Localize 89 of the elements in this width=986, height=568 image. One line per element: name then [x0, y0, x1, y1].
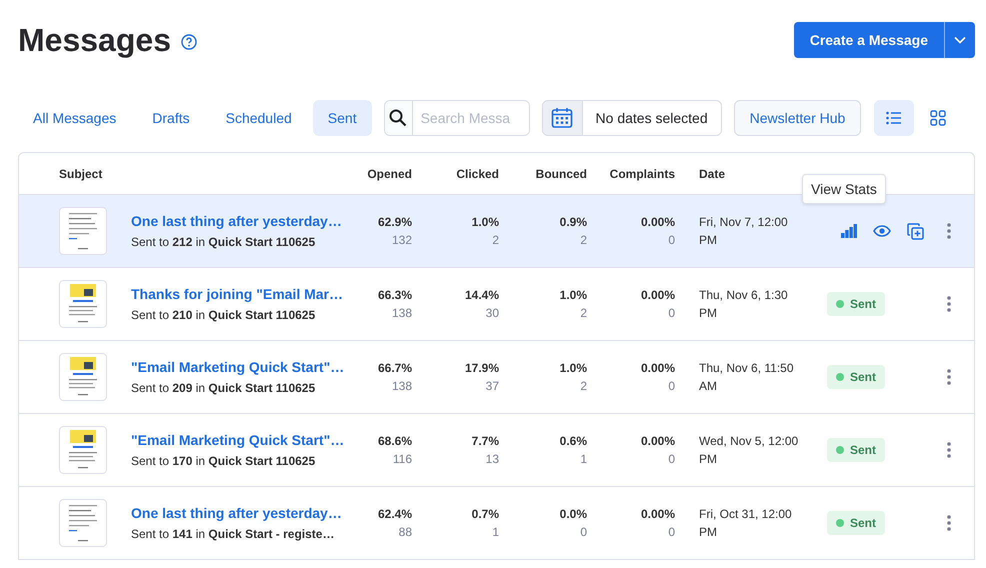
- rate-value: 68.6%: [378, 434, 412, 448]
- recipients-text: Sent to 141 in Quick Start - registe…: [131, 527, 336, 541]
- count-value: 13: [486, 452, 499, 466]
- date-filter[interactable]: No dates selected: [542, 100, 722, 136]
- count-value: 30: [486, 306, 499, 320]
- rate-value: 66.3%: [378, 288, 412, 302]
- rate-value: 0.00%: [640, 507, 675, 521]
- grid-icon: [930, 110, 946, 126]
- rate-value: 66.7%: [378, 361, 412, 375]
- rate-value: 0.00%: [640, 361, 675, 375]
- bar-chart-icon[interactable]: [841, 224, 857, 238]
- recipients-text: Sent to 209 in Quick Start 110625: [131, 381, 316, 395]
- count-value: 2: [580, 306, 587, 320]
- rate-value: 0.7%: [472, 507, 499, 521]
- rate-value: 0.00%: [640, 288, 675, 302]
- rate-value: 1.0%: [472, 215, 499, 229]
- message-subject-link[interactable]: One last thing after yesterday…: [131, 505, 341, 521]
- recipients-text: Sent to 212 in Quick Start 110625: [131, 235, 316, 249]
- message-subject-link[interactable]: Thanks for joining "Email Mar…: [131, 286, 341, 302]
- rate-value: 1.0%: [560, 288, 587, 302]
- date-text: Fri, Nov 7, 12:00 PM: [698, 214, 789, 249]
- rate-value: 0.0%: [560, 507, 587, 521]
- status-badge: Sent: [827, 365, 886, 389]
- count-value: 2: [580, 379, 587, 393]
- count-value: 0: [668, 233, 675, 247]
- calendar-icon: [551, 107, 574, 129]
- list-icon: [886, 111, 902, 125]
- duplicate-icon[interactable]: [907, 222, 924, 240]
- status-badge: Sent: [827, 438, 886, 462]
- count-value: 0: [668, 525, 675, 539]
- count-value: 138: [392, 306, 412, 320]
- rate-value: 0.6%: [560, 434, 587, 448]
- table-row[interactable]: "Email Marketing Quick Start"… Sent to 170 in Quick Start 110625 68.6% 116 7.7% 13 0.6% 1 0.00% 0 Wed, Nov 5, 12:00 PM Sent: [19, 414, 974, 487]
- rate-value: 17.9%: [464, 361, 499, 375]
- table-row[interactable]: Thanks for joining "Email Mar… Sent to 210 in Quick Start 110625 66.3% 138 14.4% 30 1.0% 2 0.00% 0 Thu, Nov 6, 1:30 PM Sent: [19, 268, 974, 341]
- count-value: 2: [580, 233, 587, 247]
- rate-value: 7.7%: [472, 434, 499, 448]
- date-text: Wed, Nov 5, 12:00 PM: [698, 433, 799, 468]
- tab[interactable]: Drafts: [137, 100, 205, 136]
- tab[interactable]: Scheduled: [210, 100, 307, 136]
- tab[interactable]: All Messages: [18, 100, 132, 136]
- tooltip: View Stats: [802, 174, 886, 204]
- more-options-icon[interactable]: [947, 296, 951, 312]
- count-value: 88: [398, 525, 412, 539]
- rate-value: 1.0%: [560, 361, 587, 375]
- newsletter-hub-button[interactable]: Newsletter Hub: [734, 100, 862, 136]
- eye-icon[interactable]: [873, 225, 891, 237]
- count-value: 1: [580, 452, 587, 466]
- count-value: 1: [492, 525, 499, 539]
- create-message-button[interactable]: Create a Message: [794, 22, 944, 58]
- help-icon[interactable]: [180, 34, 197, 50]
- table-row[interactable]: "Email Marketing Quick Start"… Sent to 209 in Quick Start 110625 66.7% 138 17.9% 37 1.0% 2 0.00% 0 Thu, Nov 6, 11:50 AM Sent: [19, 341, 974, 414]
- message-subject-link[interactable]: One last thing after yesterday…: [131, 213, 341, 229]
- page-title: Messages: [18, 22, 171, 58]
- dropdown-button[interactable]: [944, 22, 975, 58]
- more-options-icon[interactable]: [947, 369, 951, 385]
- count-value: 37: [486, 379, 499, 393]
- status-badge: Sent: [827, 511, 886, 535]
- rate-value: 0.9%: [560, 215, 587, 229]
- message-subject-link[interactable]: "Email Marketing Quick Start"…: [131, 432, 341, 448]
- status-badge: Sent: [827, 292, 886, 316]
- count-value: 0: [580, 525, 587, 539]
- more-options-icon[interactable]: [947, 515, 951, 531]
- count-value: 0: [668, 379, 675, 393]
- rate-value: 62.4%: [378, 507, 412, 521]
- count-value: 0: [668, 452, 675, 466]
- search-field[interactable]: Search Messa: [384, 100, 530, 136]
- rate-value: 62.9%: [378, 215, 412, 229]
- date-text: Thu, Nov 6, 1:30 PM: [698, 287, 789, 322]
- search-icon: [389, 109, 408, 127]
- count-value: 0: [668, 306, 675, 320]
- count-value: 132: [392, 233, 412, 247]
- table-row[interactable]: One last thing after yesterday… Sent to 141 in Quick Start - registe… 62.4% 88 0.7% 1 0.0% 0 0.00% 0 Fri, Oct 31, 12:00 PM Sent: [19, 487, 974, 560]
- rate-value: 0.00%: [640, 215, 675, 229]
- rate-value: 14.4%: [464, 288, 499, 302]
- message-subject-link[interactable]: "Email Marketing Quick Start"…: [131, 359, 341, 375]
- recipients-text: Sent to 210 in Quick Start 110625: [131, 308, 316, 322]
- more-options-icon[interactable]: [947, 223, 951, 239]
- rate-value: 0.00%: [640, 434, 675, 448]
- recipients-text: Sent to 170 in Quick Start 110625: [131, 454, 316, 468]
- count-value: 116: [392, 452, 412, 466]
- count-value: 138: [392, 379, 412, 393]
- date-text: Thu, Nov 6, 11:50 AM: [698, 360, 794, 395]
- date-text: Fri, Oct 31, 12:00 PM: [698, 506, 793, 541]
- tab[interactable]: Sent: [312, 100, 372, 136]
- count-value: 2: [492, 233, 499, 247]
- caret-icon: [954, 36, 966, 44]
- list-view-button[interactable]: [874, 100, 914, 136]
- more-options-icon[interactable]: [947, 442, 951, 458]
